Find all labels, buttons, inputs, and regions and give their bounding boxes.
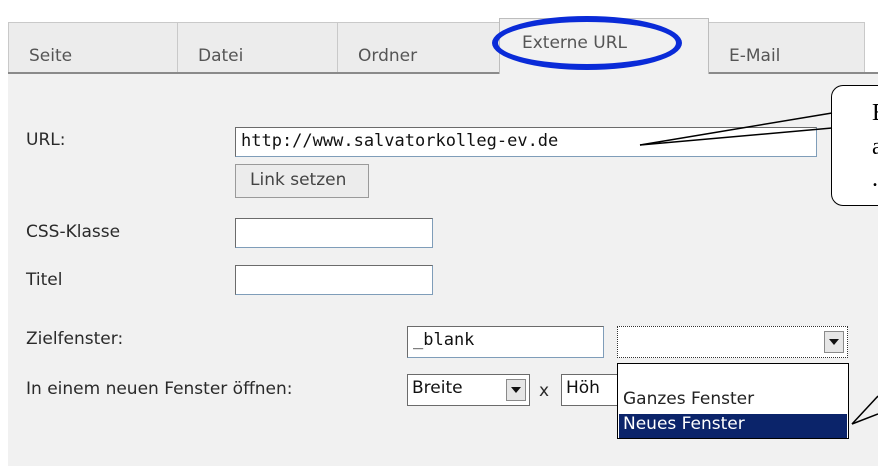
target-select[interactable] xyxy=(617,326,848,358)
tab-ordner[interactable]: Ordner xyxy=(337,22,500,72)
css-class-label: CSS-Klasse xyxy=(26,222,121,242)
chevron-down-icon[interactable] xyxy=(824,331,844,353)
chevron-down-icon[interactable] xyxy=(506,379,526,401)
tab-label: Seite xyxy=(29,46,73,66)
width-select-value: Breite xyxy=(412,378,463,398)
link-setzen-button[interactable]: Link setzen xyxy=(235,164,369,198)
annotation-callout: E a . xyxy=(831,85,878,206)
callout-line: E xyxy=(872,100,878,127)
tab-label: Datei xyxy=(198,46,244,66)
callout-line: . xyxy=(872,166,878,192)
title-input[interactable] xyxy=(235,265,433,295)
title-label: Titel xyxy=(26,270,63,290)
css-class-input[interactable] xyxy=(235,218,433,248)
highlight-oval xyxy=(492,16,682,70)
url-label: URL: xyxy=(26,130,66,150)
width-select[interactable]: Breite xyxy=(407,374,530,406)
target-input[interactable]: _blank xyxy=(407,326,604,358)
callout-line: a xyxy=(872,134,878,160)
tab-divider xyxy=(8,72,878,74)
option-ganzes-fenster[interactable]: Ganzes Fenster xyxy=(619,389,847,413)
option-neues-fenster[interactable]: Neues Fenster xyxy=(619,414,847,438)
url-input[interactable]: http://www.salvatorkolleg-ev.de xyxy=(235,127,817,157)
tab-label: Ordner xyxy=(358,46,418,66)
target-dropdown-list: Ganzes Fenster Neues Fenster xyxy=(617,363,849,439)
new-window-label: In einem neuen Fenster öffnen: xyxy=(26,379,293,399)
height-select-value: Höh xyxy=(566,378,600,398)
tab-label: E-Mail xyxy=(729,46,781,66)
tab-datei[interactable]: Datei xyxy=(177,22,338,72)
size-separator: x xyxy=(539,381,550,401)
tab-email[interactable]: E-Mail xyxy=(708,22,865,72)
tab-seite[interactable]: Seite xyxy=(8,22,178,72)
target-label: Zielfenster: xyxy=(26,329,124,349)
